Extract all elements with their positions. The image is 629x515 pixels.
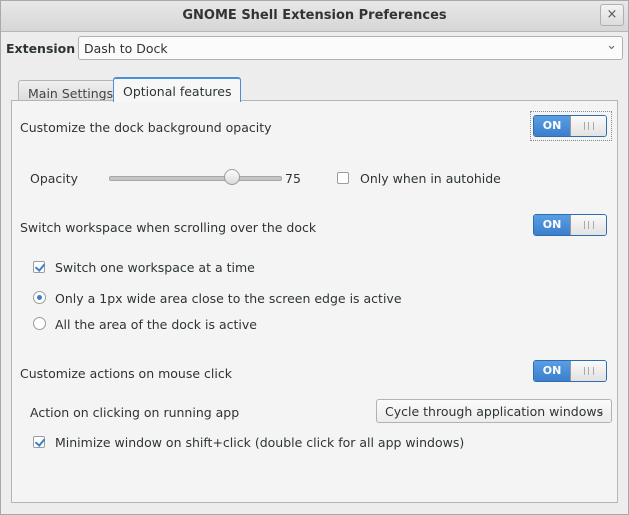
edge-area-label: Only a 1px wide area close to the screen…	[55, 291, 402, 306]
title-bar: GNOME Shell Extension Preferences ×	[1, 1, 628, 32]
chevron-down-icon: ⌄	[594, 403, 605, 417]
close-button[interactable]: ×	[600, 4, 624, 26]
scroll-switch-knob	[570, 215, 606, 235]
click-switch-on-label: ON	[534, 361, 570, 381]
scroll-switch-on-label: ON	[534, 215, 570, 235]
opacity-slider-value: 75	[285, 171, 301, 186]
window-title: GNOME Shell Extension Preferences	[182, 8, 447, 23]
click-section-label: Customize actions on mouse click	[20, 366, 232, 381]
all-area-radio[interactable]	[33, 317, 46, 330]
opacity-section-label: Customize the dock background opacity	[20, 120, 272, 135]
click-action-select[interactable]: Cycle through application windows ⌄	[376, 399, 612, 423]
extension-select-value: Dash to Dock	[84, 41, 168, 56]
grip-icon	[584, 221, 594, 229]
opacity-slider-label: Opacity	[30, 171, 79, 186]
opacity-slider-track[interactable]	[109, 176, 282, 181]
opacity-switch[interactable]: ON	[533, 115, 607, 137]
minimize-checkbox[interactable]	[33, 436, 45, 448]
click-action-label: Action on clicking on running app	[30, 405, 240, 420]
extension-row: Extension Dash to Dock ⌄	[1, 34, 628, 62]
click-switch[interactable]: ON	[533, 360, 607, 382]
grip-icon	[584, 367, 594, 375]
click-action-select-value: Cycle through application windows	[385, 404, 604, 419]
all-area-label: All the area of the dock is active	[55, 317, 257, 332]
one-workspace-checkbox[interactable]	[33, 261, 45, 273]
extension-label: Extension	[6, 41, 76, 56]
edge-area-radio[interactable]	[33, 291, 46, 304]
one-workspace-label: Switch one workspace at a time	[55, 260, 255, 275]
opacity-switch-on-label: ON	[534, 116, 570, 136]
close-icon: ×	[606, 7, 618, 22]
click-switch-knob	[570, 361, 606, 381]
opacity-switch-knob	[570, 116, 606, 136]
autohide-checkbox[interactable]	[337, 172, 349, 184]
optional-features-panel: Customize the dock background opacity ON…	[11, 100, 618, 503]
grip-icon	[584, 122, 594, 130]
scroll-section-label: Switch workspace when scrolling over the…	[20, 220, 317, 235]
tab-main-settings[interactable]: Main Settings	[18, 80, 124, 101]
scroll-switch[interactable]: ON	[533, 214, 607, 236]
autohide-label: Only when in autohide	[360, 171, 501, 186]
minimize-label: Minimize window on shift+click (double c…	[55, 435, 465, 450]
opacity-slider-handle[interactable]	[224, 169, 240, 185]
extension-select[interactable]: Dash to Dock ⌄	[78, 36, 623, 60]
opacity-header-row: Customize the dock background opacity	[12, 115, 619, 141]
chevron-down-icon: ⌄	[606, 38, 617, 53]
tab-optional-features[interactable]: Optional features	[113, 77, 242, 102]
preferences-window: GNOME Shell Extension Preferences × Exte…	[0, 0, 629, 515]
